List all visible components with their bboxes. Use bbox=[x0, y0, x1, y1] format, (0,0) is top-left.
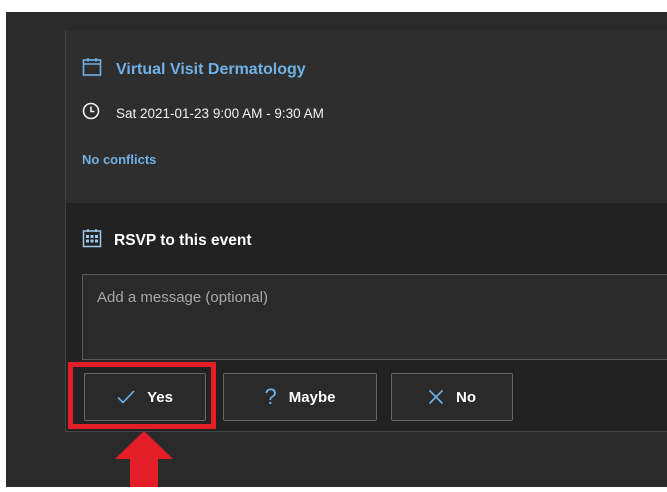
rsvp-message-input[interactable] bbox=[82, 274, 667, 360]
event-details-section: Virtual Visit Dermatology Sat 2021-01-23… bbox=[66, 30, 667, 203]
yes-button-highlight bbox=[68, 362, 216, 429]
conflicts-status: No conflicts bbox=[82, 152, 157, 167]
rsvp-heading: RSVP to this event bbox=[114, 231, 252, 249]
event-title[interactable]: Virtual Visit Dermatology bbox=[116, 61, 306, 79]
question-mark-icon: ? bbox=[264, 384, 277, 409]
rsvp-maybe-label: Maybe bbox=[288, 388, 336, 406]
event-time-row: Sat 2021-01-23 9:00 AM - 9:30 AM bbox=[82, 102, 324, 125]
x-icon bbox=[428, 389, 444, 405]
rsvp-maybe-button[interactable]: ? Maybe bbox=[223, 373, 377, 421]
rsvp-heading-row: RSVP to this event bbox=[82, 228, 252, 253]
calendar-icon bbox=[82, 57, 102, 82]
calendar-grid-icon bbox=[82, 228, 102, 253]
event-title-row: Virtual Visit Dermatology bbox=[82, 57, 306, 82]
rsvp-no-label: No bbox=[456, 388, 476, 406]
red-arrow-icon bbox=[115, 431, 173, 492]
clock-icon bbox=[82, 102, 100, 125]
rsvp-no-button[interactable]: No bbox=[391, 373, 513, 421]
event-datetime: Sat 2021-01-23 9:00 AM - 9:30 AM bbox=[116, 106, 324, 121]
